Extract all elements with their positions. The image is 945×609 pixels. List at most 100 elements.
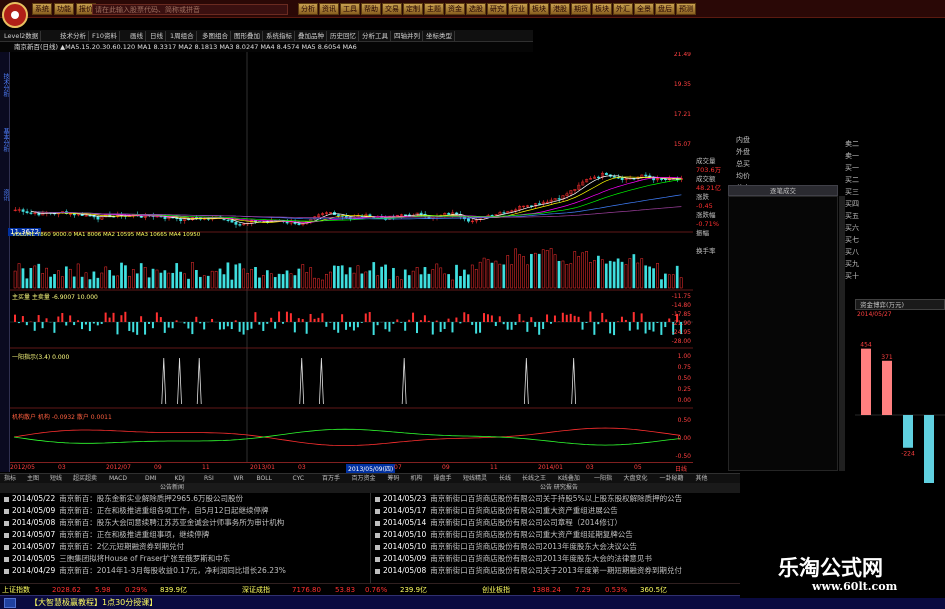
news-item[interactable]: 2014/05/22 南京新百：股东金新实业解除质押2965.6万股公司股份 xyxy=(4,493,366,505)
volume-bar xyxy=(459,275,462,289)
news-item[interactable]: 2014/05/07 南京新百：2亿元短期融资券到期兑付 xyxy=(4,541,366,553)
tool-5[interactable]: 1周组合 xyxy=(168,31,197,41)
top-button-19[interactable]: 全景 xyxy=(634,3,654,15)
top-button-13[interactable]: 行业 xyxy=(508,3,528,15)
news-item[interactable]: 2014/05/14 南京新街口百货商店股份有限公司公司章程（2014修订） xyxy=(375,517,737,529)
news-item[interactable]: 2014/05/08 南京新街口百货商店股份有限公司关于2013年度第一期短期融资… xyxy=(375,565,737,577)
top-button-7[interactable]: 交易 xyxy=(382,3,402,15)
tool-4[interactable]: 日线 xyxy=(148,31,166,41)
tool-0[interactable]: Level2数据 xyxy=(2,31,42,41)
vertical-tab-2[interactable]: 资讯 xyxy=(0,170,10,220)
main-force-bar xyxy=(435,320,438,322)
volume-bar xyxy=(431,269,435,289)
news-item[interactable]: 2014/05/07 南京新百：正在和极推进重组事项，继续停牌 xyxy=(4,529,366,541)
top-button-3[interactable]: 分析 xyxy=(298,3,318,15)
time-axis: 2012/05 03 2012/07 09 11 2013/01 03 2013/05/09(… xyxy=(10,462,693,473)
main-force-bar xyxy=(668,318,671,322)
chart-toolbar: Level2数据 技术分析 F10资料 画线 日线 1周组合 多图组合 图形叠加 系统指标 叠加品… xyxy=(0,30,533,42)
buy-level: 买一 xyxy=(845,162,945,174)
top-button-9[interactable]: 主题 xyxy=(424,3,444,15)
metric-label: 涨跌 xyxy=(696,193,709,201)
time-tick: 09 xyxy=(154,464,162,471)
news-date: 2014/05/07 xyxy=(12,530,56,539)
volume-bar xyxy=(376,275,380,289)
tool-3[interactable]: 画线 xyxy=(128,31,146,41)
buy-level: 买四 xyxy=(845,198,945,210)
main-force-bar xyxy=(297,318,300,322)
volume-bar xyxy=(128,275,131,289)
tool-1[interactable]: 技术分析 xyxy=(58,31,89,41)
top-button-18[interactable]: 外汇 xyxy=(613,3,633,15)
volume-bar xyxy=(25,278,29,289)
top-button-12[interactable]: 研究 xyxy=(487,3,507,15)
vertical-tab-1[interactable]: 基本分析 xyxy=(0,115,10,165)
main-force-bar xyxy=(195,316,198,322)
main-force-bar xyxy=(617,321,619,322)
news-item[interactable]: 2014/05/10 南京新街口百货商店股份有限公司重大资产重组延期复牌公告 xyxy=(375,529,737,541)
news-left-header[interactable]: 公告新闻 xyxy=(160,483,184,493)
news-item[interactable]: 2014/05/10 南京新街口百货商店股份有限公司2013年度股东大会决议公告 xyxy=(375,541,737,553)
volume-bar xyxy=(526,264,529,289)
top-button-5[interactable]: 工具 xyxy=(340,3,360,15)
top-button-6[interactable]: 帮助 xyxy=(361,3,381,15)
main-force-bar xyxy=(546,314,549,322)
main-force-bar xyxy=(175,320,178,322)
volume-bar xyxy=(289,273,293,289)
fund-panel-header[interactable]: 资金博弈(万元) xyxy=(855,299,945,310)
main-force-bar xyxy=(222,322,225,330)
vertical-tab-0[interactable]: 技术分析 xyxy=(0,60,10,110)
volume-bar xyxy=(664,273,667,289)
main-force-bar xyxy=(400,322,403,323)
main-force-bar xyxy=(33,322,36,331)
news-item[interactable]: 2014/05/17 南京新街口百货商店股份有限公司重大资产重组进展公告 xyxy=(375,505,737,517)
main-force-bar xyxy=(656,322,659,323)
top-button-15[interactable]: 港股 xyxy=(550,3,570,15)
news-item[interactable]: 2014/04/29 南京新百：2014年1-3月每股收益0.17元，净利润同比增… xyxy=(4,565,366,577)
top-button-0[interactable]: 系统 xyxy=(32,3,52,15)
tool-13[interactable]: 坐标类型 xyxy=(424,31,455,41)
tool-6[interactable]: 多图组合 xyxy=(200,31,231,41)
news-item[interactable]: 2014/05/23 南京新街口百货商店股份有限公司关于持股5%以上股东股权解除质… xyxy=(375,493,737,505)
top-button-21[interactable]: 预测 xyxy=(676,3,696,15)
top-button-8[interactable]: 定制 xyxy=(403,3,423,15)
candle-body xyxy=(336,214,340,216)
top-button-1[interactable]: 功能 xyxy=(54,3,74,15)
app-logo[interactable] xyxy=(2,2,28,28)
main-force-bar xyxy=(218,322,221,330)
top-button-4[interactable]: 资讯 xyxy=(319,3,339,15)
top-button-20[interactable]: 盘后 xyxy=(655,3,675,15)
status-text[interactable]: 【大智慧极赢教程】1点30分授课】 xyxy=(30,597,157,609)
tool-11[interactable]: 分析工具 xyxy=(360,31,391,41)
status-icon[interactable] xyxy=(4,598,16,608)
news-item[interactable]: 2014/05/05 三胞集团拟将House of Fraser扩张至俄罗斯和中东 xyxy=(4,553,366,565)
main-force-bar xyxy=(226,322,229,327)
tool-8[interactable]: 系统指标 xyxy=(264,31,295,41)
volume-bar xyxy=(41,273,45,289)
stock-ma-line: 南京新百(日线) ▲MA5.15.20.30.60.120 MA1 8.3317… xyxy=(0,42,533,52)
top-button-16[interactable]: 期货 xyxy=(571,3,591,15)
tool-12[interactable]: 四轴并列 xyxy=(392,31,423,41)
top-button-11[interactable]: 选股 xyxy=(466,3,486,15)
news-item[interactable]: 2014/05/08 南京新百：股东大会同意续聘江苏苏亚金诚会计师事务所为审计机构 xyxy=(4,517,366,529)
tool-2[interactable]: F10资料 xyxy=(90,31,121,41)
tool-7[interactable]: 图形叠加 xyxy=(232,31,263,41)
main-force-bar xyxy=(585,322,588,323)
search-input[interactable]: 请在此输入股票代码、简称或拼音 xyxy=(92,4,288,15)
axis-label: 0.00 xyxy=(678,397,692,404)
top-button-10[interactable]: 资金 xyxy=(445,3,465,15)
news-right-header[interactable]: 公告 研究报告 xyxy=(540,483,578,493)
trade-panel-header[interactable]: 逐笔成交 xyxy=(728,185,838,196)
tool-10[interactable]: 历史回忆 xyxy=(328,31,359,41)
main-force-bar xyxy=(565,314,568,322)
stock-chart[interactable]: 21.49 19.35 17.21 15.07 -11.75 -14.80 -17.85 -2… xyxy=(10,52,693,464)
volume-bar xyxy=(332,265,336,289)
volume-bar xyxy=(262,275,265,289)
main-force-bar xyxy=(388,322,391,332)
top-button-14[interactable]: 板块 xyxy=(529,3,549,15)
main-force-bar xyxy=(636,322,639,330)
volume-bar xyxy=(660,279,663,289)
top-button-17[interactable]: 板块 xyxy=(592,3,612,15)
news-item[interactable]: 2014/05/09 南京新百：正在和极推进重组各项工作，自5月12日起继续停牌 xyxy=(4,505,366,517)
tool-9[interactable]: 叠加品种 xyxy=(296,31,327,41)
news-item[interactable]: 2014/05/09 南京新街口百货商店股份有限公司2013年度股东大会的法律意见… xyxy=(375,553,737,565)
